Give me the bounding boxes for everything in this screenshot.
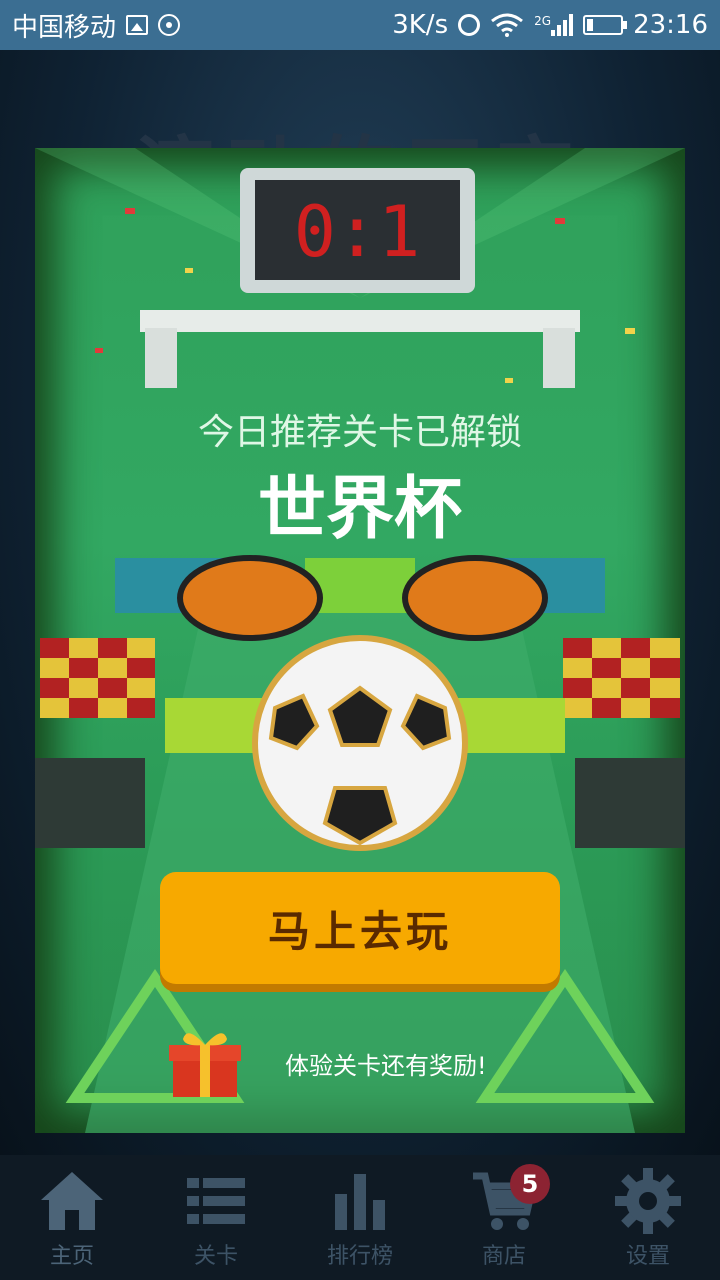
nav-item-home[interactable]: 主页	[12, 1158, 132, 1278]
goal-crossbar	[140, 310, 580, 332]
level-unlock-card: 0:1 今日推荐关卡已解锁 世界杯 马上去玩 体验关卡还有奖励!	[35, 148, 685, 1133]
card-subtitle: 今日推荐关卡已解锁	[197, 412, 522, 453]
signal-icon	[551, 14, 574, 36]
goal-post-right	[543, 328, 575, 388]
scoreboard: 0:1	[240, 168, 475, 293]
image-notification-icon	[126, 15, 149, 35]
nav-item-leaderboard[interactable]: 排行榜	[300, 1158, 420, 1278]
score-text: 0:1	[294, 191, 420, 273]
gift-icon	[169, 1033, 241, 1097]
nav-item-shop[interactable]: 商店 5	[444, 1158, 564, 1278]
tile	[455, 698, 565, 753]
clock: 23:16	[633, 10, 708, 40]
alarm-icon	[458, 14, 481, 36]
soccer-ball-icon	[252, 635, 468, 851]
gear-icon	[615, 1167, 681, 1234]
nav-label-levels: 关卡	[193, 1243, 238, 1269]
nav-label-leaderboard: 排行榜	[326, 1243, 393, 1269]
nav-label-shop: 商店	[481, 1243, 526, 1269]
confetti	[125, 208, 135, 214]
checkered-flag-right	[563, 638, 680, 718]
status-bar: 中国移动 3K/s 2G 23:16	[0, 0, 720, 50]
checkered-flag-left	[40, 638, 155, 718]
list-icon	[187, 1177, 245, 1224]
reward-text: 体验关卡还有奖励!	[285, 1051, 487, 1080]
drum-left	[177, 555, 323, 641]
nav-item-settings[interactable]: 设置	[588, 1158, 708, 1278]
confetti	[555, 218, 565, 224]
confetti	[95, 348, 103, 353]
drum-right	[402, 555, 548, 641]
confetti	[505, 378, 513, 383]
network-speed: 3K/s	[392, 10, 449, 40]
nav-label-settings: 设置	[625, 1243, 670, 1269]
nav-label-home: 主页	[49, 1243, 94, 1269]
card-title: 世界杯	[257, 470, 462, 549]
goal-post-left	[145, 328, 177, 388]
carrier-name: 中国移动	[12, 12, 117, 43]
nav-item-levels[interactable]: 关卡	[156, 1158, 276, 1278]
stadium-scene: 0:1	[35, 148, 685, 1133]
bar-chart-icon	[335, 1173, 385, 1230]
shop-badge: 5	[510, 1163, 550, 1204]
confetti	[185, 268, 193, 273]
confetti	[625, 328, 635, 334]
reward-row: 体验关卡还有奖励!	[165, 1023, 585, 1103]
block-left	[35, 758, 145, 848]
media-notification-icon	[158, 14, 181, 36]
home-icon	[41, 1171, 103, 1230]
wifi-icon	[491, 13, 524, 37]
block-right	[575, 758, 685, 848]
tile	[165, 698, 265, 753]
network-type: 2G	[534, 14, 552, 28]
play-now-button[interactable]: 马上去玩	[160, 872, 560, 984]
bottom-nav: 主页 关卡 排行榜 商店 5 设置	[0, 1155, 720, 1280]
battery-icon	[583, 15, 628, 35]
